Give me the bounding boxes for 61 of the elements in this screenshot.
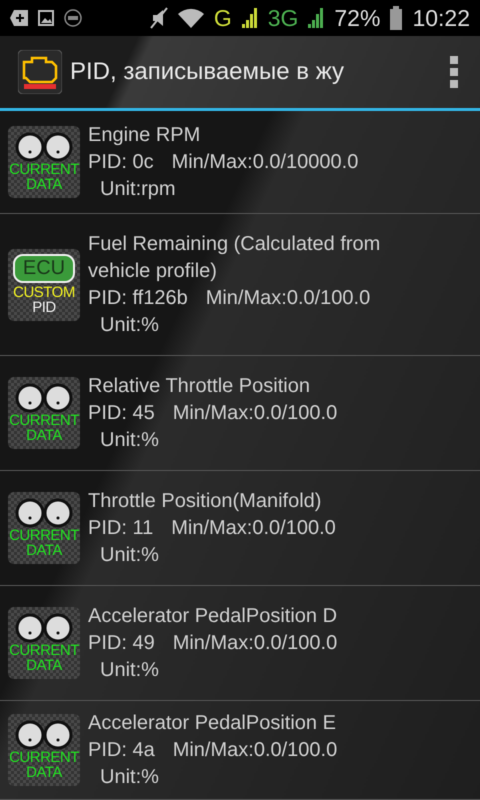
battery-percent: 72% — [334, 4, 380, 32]
badge-label: CURRENT — [9, 413, 79, 428]
battery-icon — [390, 6, 402, 30]
pid-range: Min/Max:0.0/100.0 — [172, 738, 338, 762]
pid-unit: Unit:rpm — [99, 176, 177, 202]
pid-range: Min/Max:0.0/100.0 — [172, 400, 338, 426]
badge-label: DATA — [26, 543, 62, 558]
pid-code: PID: 45 — [88, 400, 155, 426]
badge-label: CURRENT — [9, 162, 79, 177]
pid-unit: Unit:% — [99, 764, 160, 790]
add-notification-icon — [10, 10, 28, 26]
glasses-icon — [14, 383, 74, 413]
pid-unit: Unit:% — [99, 428, 160, 452]
pid-code: PID: 11 — [88, 516, 154, 540]
pid-row[interactable]: CURRENT DATA Accelerator PedalPosition D PID: 49 Min/Max:0.0/100.0 Unit:% — [0, 586, 480, 701]
badge-label: CURRENT — [9, 528, 79, 543]
glasses-icon — [14, 720, 74, 750]
pid-code: PID: 4a — [88, 738, 155, 762]
wifi-icon — [178, 8, 204, 28]
obd-notification-icon — [64, 9, 82, 27]
badge-label: DATA — [26, 428, 62, 443]
signal-icon — [242, 8, 258, 28]
pid-unit: Unit:% — [99, 658, 160, 682]
mute-icon — [150, 7, 168, 29]
badge-label: CUSTOM — [13, 285, 75, 300]
pid-name: Throttle Position(Manifold) — [88, 488, 322, 514]
pid-range: Min/Max:0.0/100.0 — [206, 286, 370, 310]
clock: 10:22 — [412, 4, 470, 32]
pid-name: Accelerator PedalPosition E — [88, 710, 337, 736]
pid-row[interactable]: CURRENT DATA Accelerator PedalPosition E PID: 4a Min/Max:0.0/100.0 Unit:% — [0, 701, 480, 800]
glasses-icon — [14, 132, 74, 162]
pid-row[interactable]: CURRENT DATA Engine RPM PID: 0c Min/Max:0.0/10000.0 Unit:rpm — [0, 111, 480, 214]
pid-range: Min/Max:0.0/10000.0 — [172, 150, 358, 174]
pid-unit: Unit:% — [99, 312, 160, 338]
pid-code: PID: 0c — [88, 150, 154, 174]
pid-name: Relative Throttle Position — [88, 374, 311, 398]
badge-label: DATA — [26, 177, 62, 192]
badge-label: DATA — [26, 765, 62, 780]
pid-unit: Unit:% — [99, 542, 160, 568]
badge-label: CURRENT — [9, 750, 79, 765]
ecu-label: ECU — [12, 254, 76, 283]
badge-label: PID — [32, 300, 56, 315]
network-type: G — [214, 4, 232, 32]
badge-label: DATA — [26, 658, 62, 673]
pid-name: Engine RPM — [88, 122, 202, 148]
pid-code: PID: ff126b — [88, 286, 188, 310]
pid-row[interactable]: CURRENT DATA Throttle Position(Manifold) PID: 11 Min/Max:0.0/100.0 Unit:% — [0, 471, 480, 586]
pid-range: Min/Max:0.0/100.0 — [171, 516, 336, 540]
glasses-icon — [14, 498, 74, 528]
pid-name: Accelerator PedalPosition D — [88, 604, 338, 628]
signal-icon — [308, 8, 324, 28]
network-type: 3G — [268, 4, 298, 32]
pid-range: Min/Max:0.0/100.0 — [172, 630, 338, 656]
screen-title: PID, записываемые в жу — [70, 58, 346, 86]
pid-code: PID: 49 — [88, 630, 155, 656]
pid-row[interactable]: CURRENT DATA Relative Throttle Position PID: 45 Min/Max:0.0/100.0 Unit:% — [0, 356, 480, 471]
glasses-icon — [14, 613, 74, 643]
pid-name: Fuel Remaining (Calculated from vehicle profile) — [88, 232, 382, 284]
badge-label: CURRENT — [9, 643, 79, 658]
image-notification-icon — [38, 10, 54, 26]
app-icon — [18, 50, 62, 94]
